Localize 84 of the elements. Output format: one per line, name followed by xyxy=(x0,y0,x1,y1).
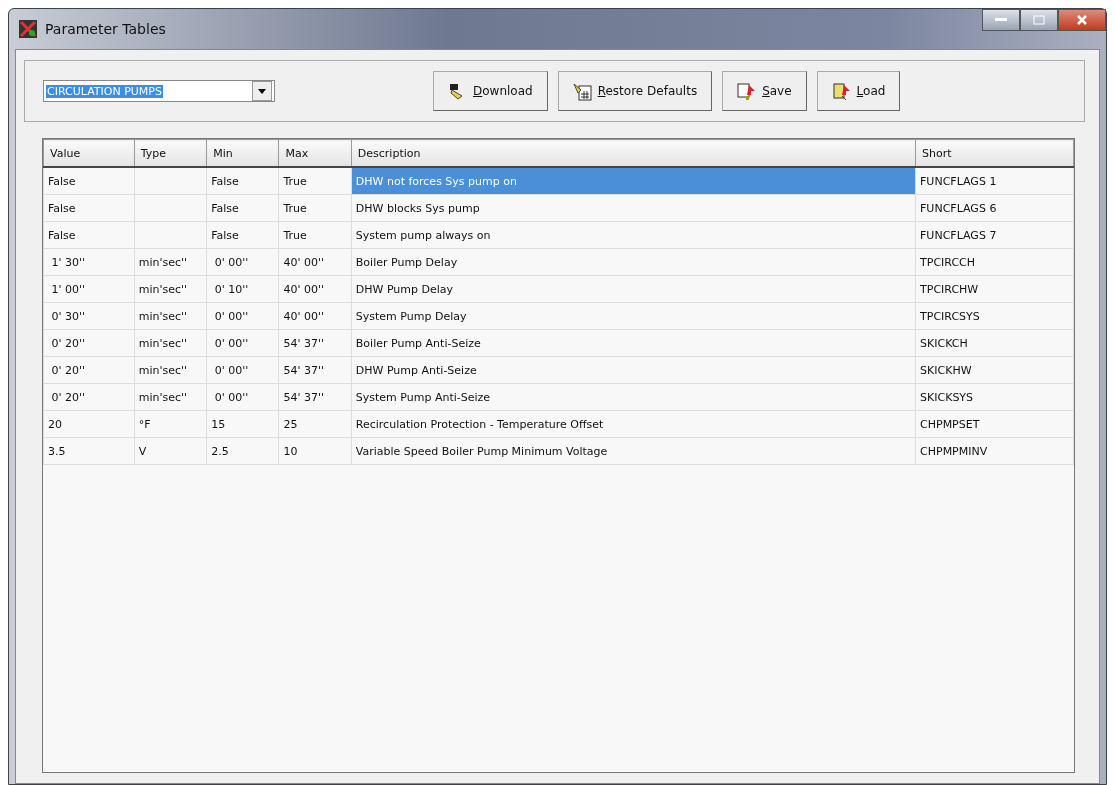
table-cell: Recirculation Protection - Temperature Offset xyxy=(351,410,916,438)
document-with-arrow-icon xyxy=(737,81,757,101)
table-cell: True xyxy=(279,221,352,249)
table-cell: DHW not forces Sys pump on xyxy=(351,167,916,195)
table-cell: 0' 00'' xyxy=(206,356,279,384)
table-cell: FUNCFLAGS 7 xyxy=(915,221,1074,249)
table-cell: min'sec'' xyxy=(134,275,207,303)
table-cell: Variable Speed Boiler Pump Minimum Voltage xyxy=(351,437,916,465)
table-cell: 0' 30'' xyxy=(43,302,135,330)
table-cell: 40' 00'' xyxy=(279,275,352,303)
dropdown-arrow-icon xyxy=(258,88,266,94)
table-cell: TPCIRCCH xyxy=(915,248,1074,276)
table-cell: False xyxy=(206,221,279,249)
table-cell: True xyxy=(279,167,352,195)
table-cell: 0' 00'' xyxy=(206,302,279,330)
column-header[interactable]: Max xyxy=(279,139,352,167)
table-cell: 0' 00'' xyxy=(206,329,279,357)
table-cell: CHPMPSET xyxy=(915,410,1074,438)
table-cell: System Pump Delay xyxy=(351,302,916,330)
download-button[interactable]: Download xyxy=(433,71,548,111)
table-cell: 0' 00'' xyxy=(206,383,279,411)
column-header[interactable]: Min xyxy=(206,139,279,167)
table-cell: 1' 30'' xyxy=(43,248,135,276)
table-cell: Boiler Pump Delay xyxy=(351,248,916,276)
column-header[interactable]: Description xyxy=(351,139,916,167)
table-cell: min'sec'' xyxy=(134,383,207,411)
table-cell: True xyxy=(279,194,352,222)
table-cell: 54' 37'' xyxy=(279,356,352,384)
table-cell: CHPMPMINV xyxy=(915,437,1074,465)
save-button[interactable]: Save xyxy=(722,71,807,111)
table-cell: TPCIRCSYS xyxy=(915,302,1074,330)
table-cell: False xyxy=(206,167,279,195)
table-cell: min'sec'' xyxy=(134,329,207,357)
minimize-icon xyxy=(995,18,1007,22)
table-cell: 0' 20'' xyxy=(43,356,135,384)
load-button[interactable]: Load xyxy=(816,71,901,111)
table-cell: DHW blocks Sys pump xyxy=(351,194,916,222)
table-cell: False xyxy=(206,194,279,222)
table-cell: 2.5 xyxy=(206,437,279,465)
table-cell: 54' 37'' xyxy=(279,383,352,411)
table-cell: 0' 00'' xyxy=(206,248,279,276)
restore-button[interactable]: Restore Defaults xyxy=(557,71,713,111)
column-header[interactable]: Short xyxy=(915,139,1074,167)
table-cell: System pump always on xyxy=(351,221,916,249)
table-cell: FUNCFLAGS 1 xyxy=(915,167,1074,195)
table-cell: 10 xyxy=(279,437,352,465)
close-button[interactable] xyxy=(1058,9,1106,31)
window-title: Parameter Tables xyxy=(45,21,166,37)
maximize-icon xyxy=(1033,15,1045,25)
table-cell: 3.5 xyxy=(43,437,135,465)
column-header[interactable]: Value xyxy=(43,139,135,167)
table-cell: False xyxy=(43,167,135,195)
table-cell: 0' 10'' xyxy=(206,275,279,303)
minimize-button[interactable] xyxy=(982,9,1020,31)
table-cell: False xyxy=(43,221,135,249)
table-cell: System Pump Anti-Seize xyxy=(351,383,916,411)
table-cell: 25 xyxy=(279,410,352,438)
table-cell: 20 xyxy=(43,410,135,438)
column-header[interactable]: Type xyxy=(134,139,207,167)
maximize-button[interactable] xyxy=(1020,9,1058,31)
table-cell: FUNCFLAGS 6 xyxy=(915,194,1074,222)
table-cell: min'sec'' xyxy=(134,302,207,330)
table-cell: V xyxy=(134,437,207,465)
table-cell: 54' 37'' xyxy=(279,329,352,357)
close-icon xyxy=(1076,14,1088,26)
table-cell: min'sec'' xyxy=(134,248,207,276)
table-cell: DHW Pump Anti-Seize xyxy=(351,356,916,384)
table-cell: SKICKHW xyxy=(915,356,1074,384)
table-cell: 40' 00'' xyxy=(279,248,352,276)
table-cell: TPCIRCHW xyxy=(915,275,1074,303)
table-cell: SKICKSYS xyxy=(915,383,1074,411)
table-cell: °F xyxy=(134,410,207,438)
table-cell: SKICKCH xyxy=(915,329,1074,357)
table-cell: min'sec'' xyxy=(134,356,207,384)
clipboard-with-arrow-icon xyxy=(831,81,851,101)
table-cell: Boiler Pump Anti-Seize xyxy=(351,329,916,357)
table-cell: False xyxy=(43,194,135,222)
app-icon xyxy=(19,20,37,38)
table-cell: 40' 00'' xyxy=(279,302,352,330)
table-cell: 15 xyxy=(206,410,279,438)
table-cell: 0' 20'' xyxy=(43,329,135,357)
table-cell: DHW Pump Delay xyxy=(351,275,916,303)
table-cell: 1' 00'' xyxy=(43,275,135,303)
table-cell: 0' 20'' xyxy=(43,383,135,411)
